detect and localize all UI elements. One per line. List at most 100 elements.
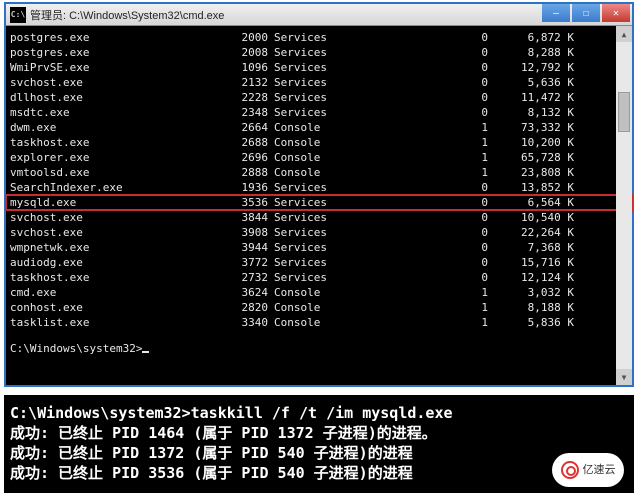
process-sid: 0 <box>374 75 494 90</box>
process-pid: 2000 <box>220 30 274 45</box>
watermark-icon <box>561 461 579 479</box>
process-mem: 22,264 K <box>494 225 578 240</box>
process-pid: 2820 <box>220 300 274 315</box>
process-sid: 0 <box>374 180 494 195</box>
process-pid: 2732 <box>220 270 274 285</box>
process-sid: 0 <box>374 210 494 225</box>
process-session: Console <box>274 120 374 135</box>
process-name: SearchIndexer.exe <box>10 180 220 195</box>
process-session: Services <box>274 210 374 225</box>
process-session: Console <box>274 135 374 150</box>
process-mem: 5,636 K <box>494 75 578 90</box>
process-mem: 13,852 K <box>494 180 578 195</box>
scroll-down-button[interactable]: ▼ <box>616 369 632 385</box>
process-mem: 15,716 K <box>494 255 578 270</box>
process-pid: 2888 <box>220 165 274 180</box>
maximize-button[interactable]: ☐ <box>572 4 600 22</box>
process-name: wmpnetwk.exe <box>10 240 220 255</box>
process-pid: 1936 <box>220 180 274 195</box>
process-sid: 1 <box>374 120 494 135</box>
process-name: taskhost.exe <box>10 270 220 285</box>
process-mem: 5,836 K <box>494 315 578 330</box>
process-mem: 7,368 K <box>494 240 578 255</box>
process-session: Services <box>274 45 374 60</box>
process-name: audiodg.exe <box>10 255 220 270</box>
process-mem: 11,472 K <box>494 90 578 105</box>
titlebar[interactable]: C:\ 管理员: C:\Windows\System32\cmd.exe — ☐… <box>6 4 632 26</box>
prompt-line: C:\Windows\system32> <box>6 342 632 355</box>
process-session: Console <box>274 315 374 330</box>
scroll-track[interactable] <box>616 42 632 369</box>
process-row: dwm.exe2664Console173,332 K <box>6 120 632 135</box>
process-name: svchost.exe <box>10 75 220 90</box>
process-name: WmiPrvSE.exe <box>10 60 220 75</box>
process-sid: 0 <box>374 30 494 45</box>
scroll-thumb[interactable] <box>618 92 630 132</box>
taskkill-command: C:\Windows\system32>taskkill /f /t /im m… <box>10 403 628 423</box>
process-pid: 3844 <box>220 210 274 225</box>
process-sid: 1 <box>374 135 494 150</box>
minimize-button[interactable]: — <box>542 4 570 22</box>
scroll-up-button[interactable]: ▲ <box>616 26 632 42</box>
taskkill-result-line: 成功: 已终止 PID 3536 (属于 PID 540 子进程)的进程 <box>10 463 628 483</box>
process-session: Services <box>274 240 374 255</box>
process-mem: 73,332 K <box>494 120 578 135</box>
process-row: vmtoolsd.exe2888Console123,808 K <box>6 165 632 180</box>
process-row: WmiPrvSE.exe1096Services012,792 K <box>6 60 632 75</box>
process-pid: 2228 <box>220 90 274 105</box>
process-session: Console <box>274 300 374 315</box>
process-pid: 3944 <box>220 240 274 255</box>
process-pid: 2348 <box>220 105 274 120</box>
process-mem: 12,792 K <box>494 60 578 75</box>
process-session: Services <box>274 75 374 90</box>
process-mem: 23,808 K <box>494 165 578 180</box>
process-mem: 8,188 K <box>494 300 578 315</box>
taskkill-result-line: 成功: 已终止 PID 1372 (属于 PID 540 子进程)的进程 <box>10 443 628 463</box>
process-session: Services <box>274 30 374 45</box>
process-pid: 3772 <box>220 255 274 270</box>
process-pid: 3536 <box>220 195 274 210</box>
process-name: conhost.exe <box>10 300 220 315</box>
process-name: postgres.exe <box>10 30 220 45</box>
process-session: Services <box>274 270 374 285</box>
taskkill-result-line: 成功: 已终止 PID 1464 (属于 PID 1372 子进程)的进程。 <box>10 423 628 443</box>
process-mem: 3,032 K <box>494 285 578 300</box>
process-sid: 0 <box>374 270 494 285</box>
process-sid: 1 <box>374 300 494 315</box>
process-sid: 0 <box>374 195 494 210</box>
process-row: conhost.exe2820Console18,188 K <box>6 300 632 315</box>
process-row-highlighted: mysqld.exe3536Services06,564 K <box>6 195 632 210</box>
process-session: Services <box>274 255 374 270</box>
process-sid: 1 <box>374 285 494 300</box>
process-mem: 8,132 K <box>494 105 578 120</box>
taskkill-output: C:\Windows\system32>taskkill /f /t /im m… <box>4 395 634 493</box>
terminal-body[interactable]: postgres.exe2000Services06,872 Kpostgres… <box>6 26 632 385</box>
process-name: mysqld.exe <box>10 195 220 210</box>
process-row: audiodg.exe3772Services015,716 K <box>6 255 632 270</box>
process-row: explorer.exe2696Console165,728 K <box>6 150 632 165</box>
process-row: postgres.exe2000Services06,872 K <box>6 30 632 45</box>
process-pid: 2008 <box>220 45 274 60</box>
process-row: dllhost.exe2228Services011,472 K <box>6 90 632 105</box>
process-session: Console <box>274 150 374 165</box>
process-row: svchost.exe3844Services010,540 K <box>6 210 632 225</box>
watermark-logo: 亿速云 <box>552 453 624 487</box>
process-session: Services <box>274 105 374 120</box>
process-name: postgres.exe <box>10 45 220 60</box>
process-name: vmtoolsd.exe <box>10 165 220 180</box>
process-mem: 65,728 K <box>494 150 578 165</box>
process-session: Services <box>274 195 374 210</box>
process-mem: 12,124 K <box>494 270 578 285</box>
process-sid: 1 <box>374 150 494 165</box>
process-row: SearchIndexer.exe1936Services013,852 K <box>6 180 632 195</box>
close-button[interactable]: ✕ <box>602 4 630 22</box>
process-name: taskhost.exe <box>10 135 220 150</box>
process-sid: 0 <box>374 45 494 60</box>
process-row: cmd.exe3624Console13,032 K <box>6 285 632 300</box>
process-pid: 3340 <box>220 315 274 330</box>
process-name: tasklist.exe <box>10 315 220 330</box>
process-name: svchost.exe <box>10 225 220 240</box>
prompt-text: C:\Windows\system32> <box>10 342 142 355</box>
vertical-scrollbar[interactable]: ▲ ▼ <box>616 26 632 385</box>
process-mem: 8,288 K <box>494 45 578 60</box>
